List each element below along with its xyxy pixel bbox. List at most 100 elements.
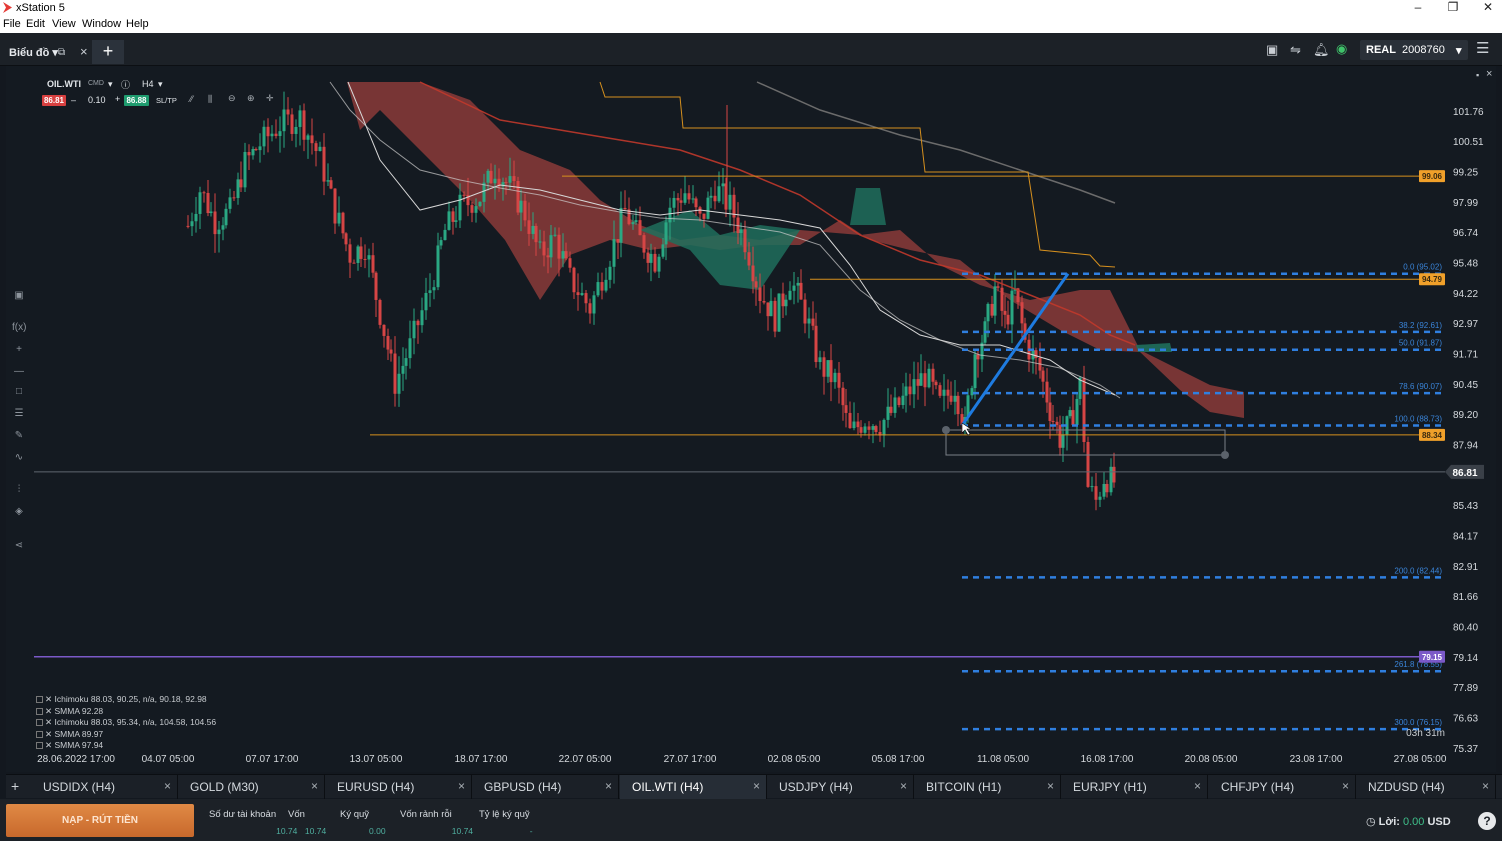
close-icon[interactable]: × bbox=[311, 779, 318, 793]
indicator-row[interactable]: ✕ SMMA 89.97 bbox=[36, 729, 216, 741]
candle-body bbox=[1006, 314, 1010, 325]
tab-label: NZDUSD (H4) bbox=[1368, 780, 1445, 794]
tab-chfjpy-h4[interactable]: CHFJPY (H4) × bbox=[1209, 775, 1356, 799]
time-axis-tick: 02.08 05:00 bbox=[768, 754, 821, 765]
tab-label: EURJPY (H1) bbox=[1073, 780, 1147, 794]
candle-body bbox=[1041, 370, 1045, 382]
candle-body bbox=[826, 360, 830, 377]
plus-icon[interactable]: + bbox=[115, 94, 120, 104]
candle-body bbox=[993, 286, 997, 316]
zoom-in-icon[interactable]: ⊕ bbox=[247, 93, 255, 104]
checkbox-icon[interactable] bbox=[36, 707, 43, 715]
deposit-withdraw-button[interactable]: NẠP - RÚT TIỀN bbox=[6, 804, 194, 837]
buy-price-button[interactable]: 86.88 bbox=[124, 95, 149, 106]
line-tool-icon[interactable]: — bbox=[12, 366, 26, 377]
indicator-row[interactable]: ✕ Ichimoku 88.03, 90.25, n/a, 90.18, 92.… bbox=[36, 694, 216, 706]
candle-body bbox=[863, 426, 867, 433]
tab-eurjpy-h1[interactable]: EURJPY (H1) × bbox=[1061, 775, 1208, 799]
chart-type-icon[interactable]: ⁄⁄ bbox=[190, 94, 193, 104]
candle-body bbox=[608, 266, 612, 280]
chart-close-icon[interactable]: × bbox=[1486, 68, 1492, 80]
info-icon[interactable]: ⓘ bbox=[121, 78, 130, 91]
candle-body bbox=[642, 235, 646, 253]
tab-bitcoin-h1[interactable]: BITCOIN (H1) × bbox=[914, 775, 1061, 799]
wave-tool-icon[interactable]: ∿ bbox=[12, 452, 26, 463]
symbol-name[interactable]: OIL.WTI bbox=[47, 79, 81, 89]
tab-oil-wti-h4[interactable]: OIL.WTI (H4) × bbox=[620, 775, 767, 799]
candle-body bbox=[886, 406, 890, 420]
chevron-down-icon[interactable]: ▾ bbox=[158, 79, 163, 90]
fibonacci-level-label: 50.0 (91.87) bbox=[1399, 339, 1442, 348]
rectangle-tool-icon[interactable]: □ bbox=[12, 386, 26, 397]
close-icon[interactable]: × bbox=[1194, 779, 1201, 793]
candle-body bbox=[867, 426, 871, 430]
time-axis-tick: 16.08 17:00 bbox=[1081, 754, 1134, 765]
zoom-out-icon[interactable]: ⊖ bbox=[228, 93, 236, 104]
sltp-button[interactable]: SL/TP bbox=[156, 96, 177, 105]
candle-body bbox=[1045, 381, 1049, 403]
candle-body bbox=[1094, 486, 1098, 500]
candles-icon[interactable]: ⫼ bbox=[208, 94, 212, 105]
crosshair-icon[interactable]: ✛ bbox=[266, 93, 274, 104]
candle-body bbox=[996, 286, 1000, 288]
price-axis-tick: 77.89 bbox=[1453, 683, 1478, 694]
tab-nzdusd-h4[interactable]: NZDUSD (H4) × bbox=[1356, 775, 1496, 799]
volume-value[interactable]: 0.10 bbox=[88, 95, 106, 105]
crosshair-tool-icon[interactable]: + bbox=[12, 344, 26, 355]
candle-body bbox=[694, 198, 698, 208]
candle-body bbox=[439, 240, 443, 246]
minus-icon[interactable]: – bbox=[71, 95, 76, 105]
checkbox-icon[interactable] bbox=[36, 719, 43, 726]
candle-body bbox=[254, 149, 258, 151]
checkbox-icon[interactable] bbox=[36, 730, 43, 738]
candle-body bbox=[848, 412, 852, 429]
close-icon[interactable]: × bbox=[605, 779, 612, 793]
tab-gbpusd-h4[interactable]: GBPUSD (H4) × bbox=[472, 775, 619, 799]
close-icon[interactable]: × bbox=[900, 779, 907, 793]
chart-maximize-icon[interactable]: ▪ bbox=[1476, 70, 1479, 80]
candle-body bbox=[803, 299, 807, 324]
close-icon[interactable]: × bbox=[1482, 779, 1489, 793]
close-icon[interactable]: × bbox=[1047, 779, 1054, 793]
price-chart[interactable]: 0.0 (95.02) 38.2 (92.61) 50.0 (91.87) 78.6 … bbox=[0, 0, 1502, 841]
fibonacci-tool-icon[interactable]: ☰ bbox=[12, 408, 26, 419]
adjust-tool-icon[interactable]: ⫶ bbox=[12, 484, 26, 495]
add-tab-icon[interactable]: + bbox=[11, 778, 19, 794]
candle-body bbox=[443, 229, 447, 241]
layers-tool-icon[interactable]: ◈ bbox=[12, 506, 26, 517]
candle-body bbox=[286, 109, 290, 115]
checkbox-icon[interactable] bbox=[36, 696, 43, 703]
candle-body bbox=[474, 206, 478, 213]
candle-body bbox=[572, 267, 576, 293]
fibonacci-level-label: 100.0 (88.73) bbox=[1394, 415, 1442, 424]
indicator-row[interactable]: ✕ Ichimoku 88.03, 95.34, n/a, 104.58, 10… bbox=[36, 717, 216, 729]
timeframe[interactable]: H4 bbox=[142, 79, 154, 89]
account-stat: Số dư tài khoản 10.74 bbox=[209, 809, 297, 836]
candle-body bbox=[657, 256, 661, 272]
close-icon[interactable]: × bbox=[458, 779, 465, 793]
pen-tool-icon[interactable]: ✎ bbox=[12, 430, 26, 441]
indicator-row[interactable]: ✕ SMMA 97.94 bbox=[36, 740, 216, 752]
cursor-tool-icon[interactable]: ▣ bbox=[12, 290, 26, 301]
checkbox-icon[interactable] bbox=[36, 742, 43, 749]
candle-body bbox=[228, 197, 232, 209]
fibonacci-level-label: 0.0 (95.02) bbox=[1403, 263, 1442, 272]
close-icon[interactable]: × bbox=[753, 779, 760, 793]
drawing-handle bbox=[1221, 451, 1229, 459]
candle-body bbox=[912, 379, 916, 395]
tab-gold-m30[interactable]: GOLD (M30) × bbox=[178, 775, 325, 799]
clock-icon: ◷ bbox=[1366, 816, 1376, 828]
share-tool-icon[interactable]: ⋖ bbox=[12, 540, 26, 551]
indicator-row[interactable]: ✕ SMMA 92.28 bbox=[36, 706, 216, 718]
candle-body bbox=[600, 282, 604, 291]
function-tool-icon[interactable]: f(x) bbox=[12, 322, 26, 333]
close-icon[interactable]: × bbox=[1342, 779, 1349, 793]
tab-usdidx-h4[interactable]: USDIDX (H4) × bbox=[31, 775, 178, 799]
close-icon[interactable]: × bbox=[164, 779, 171, 793]
help-button[interactable]: ? bbox=[1478, 812, 1496, 830]
stat-value: 10.74 bbox=[276, 826, 298, 836]
tab-usdjpy-h4[interactable]: USDJPY (H4) × bbox=[767, 775, 914, 799]
sell-price-button[interactable]: 86.81 bbox=[42, 95, 66, 106]
chevron-down-icon[interactable]: ▾ bbox=[108, 79, 113, 90]
tab-eurusd-h4[interactable]: EURUSD (H4) × bbox=[325, 775, 472, 799]
